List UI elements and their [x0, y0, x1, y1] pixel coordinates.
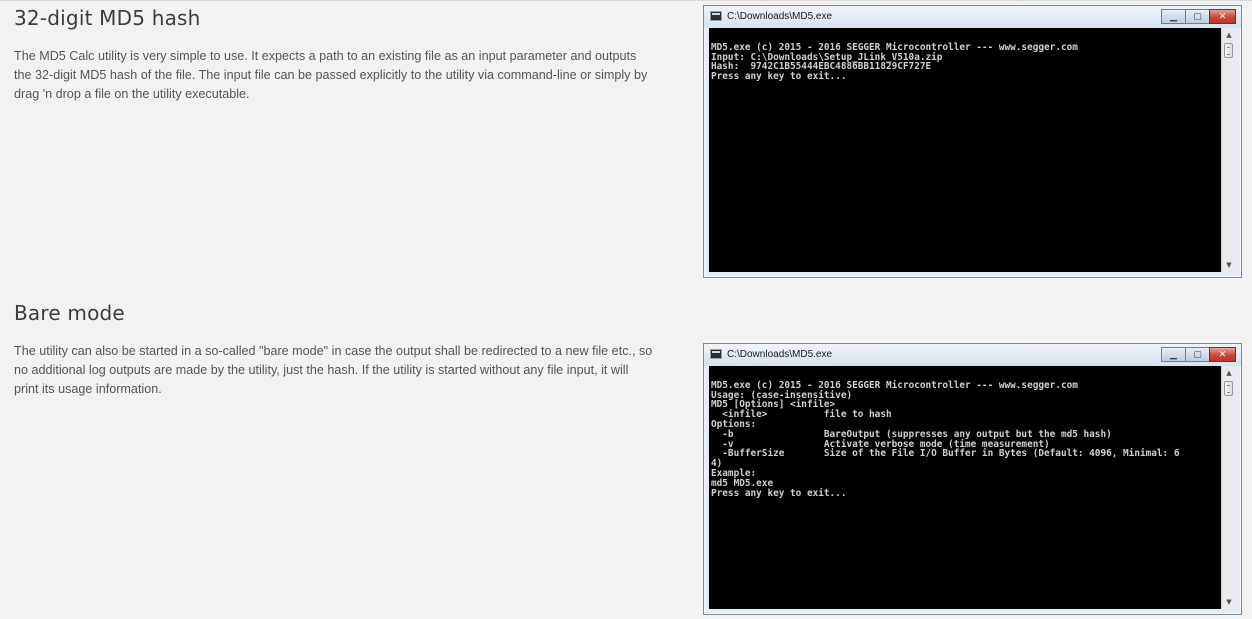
console-text: MD5.exe (c) 2015 - 2016 SEGGER Microcont… — [711, 41, 1078, 83]
console-output-area[interactable]: MD5.exe (c) 2015 - 2016 SEGGER Microcont… — [709, 366, 1221, 609]
console-app-icon — [710, 349, 722, 359]
close-button[interactable]: ✕ — [1209, 9, 1236, 24]
scroll-up-arrow-icon[interactable]: ▲ — [1222, 28, 1236, 42]
window-titlebar[interactable]: C:\Downloads\MD5.exe ▁ ▢ ✕ — [704, 344, 1241, 366]
vertical-scrollbar[interactable]: ▲ ▼ — [1221, 366, 1236, 609]
console-output-area[interactable]: MD5.exe (c) 2015 - 2016 SEGGER Microcont… — [709, 28, 1221, 272]
window-title: C:\Downloads\MD5.exe — [727, 11, 833, 22]
window-titlebar[interactable]: C:\Downloads\MD5.exe ▁ ▢ ✕ — [704, 6, 1241, 28]
console-window-bare-mode: C:\Downloads\MD5.exe ▁ ▢ ✕ MD5.exe (c) 2… — [703, 343, 1242, 615]
vertical-scrollbar[interactable]: ▲ ▼ — [1221, 28, 1236, 272]
window-controls: ▁ ▢ ✕ — [1161, 347, 1236, 362]
maximize-button[interactable]: ▢ — [1185, 347, 1210, 362]
scrollbar-thumb[interactable] — [1224, 43, 1233, 58]
console-window-md5-hash: C:\Downloads\MD5.exe ▁ ▢ ✕ MD5.exe (c) 2… — [703, 5, 1242, 278]
scrollbar-thumb[interactable] — [1224, 381, 1233, 396]
scroll-down-arrow-icon[interactable]: ▼ — [1222, 595, 1236, 609]
console-app-icon — [710, 11, 722, 21]
close-button[interactable]: ✕ — [1209, 347, 1236, 362]
window-controls: ▁ ▢ ✕ — [1161, 9, 1236, 24]
console-text: MD5.exe (c) 2015 - 2016 SEGGER Microcont… — [711, 379, 1180, 499]
scroll-up-arrow-icon[interactable]: ▲ — [1222, 366, 1236, 380]
minimize-button[interactable]: ▁ — [1161, 9, 1186, 24]
window-title: C:\Downloads\MD5.exe — [727, 349, 833, 360]
scroll-down-arrow-icon[interactable]: ▼ — [1222, 258, 1236, 272]
maximize-button[interactable]: ▢ — [1185, 9, 1210, 24]
page-top-divider — [0, 0, 1252, 1]
section-description-bare-mode: The utility can also be started in a so-… — [14, 344, 653, 396]
section-title-bare-mode: Bare mode — [14, 301, 125, 325]
section-title-md5-hash: 32-digit MD5 hash — [14, 6, 201, 30]
section-description-md5-hash: The MD5 Calc utility is very simple to u… — [14, 49, 648, 101]
minimize-button[interactable]: ▁ — [1161, 347, 1186, 362]
